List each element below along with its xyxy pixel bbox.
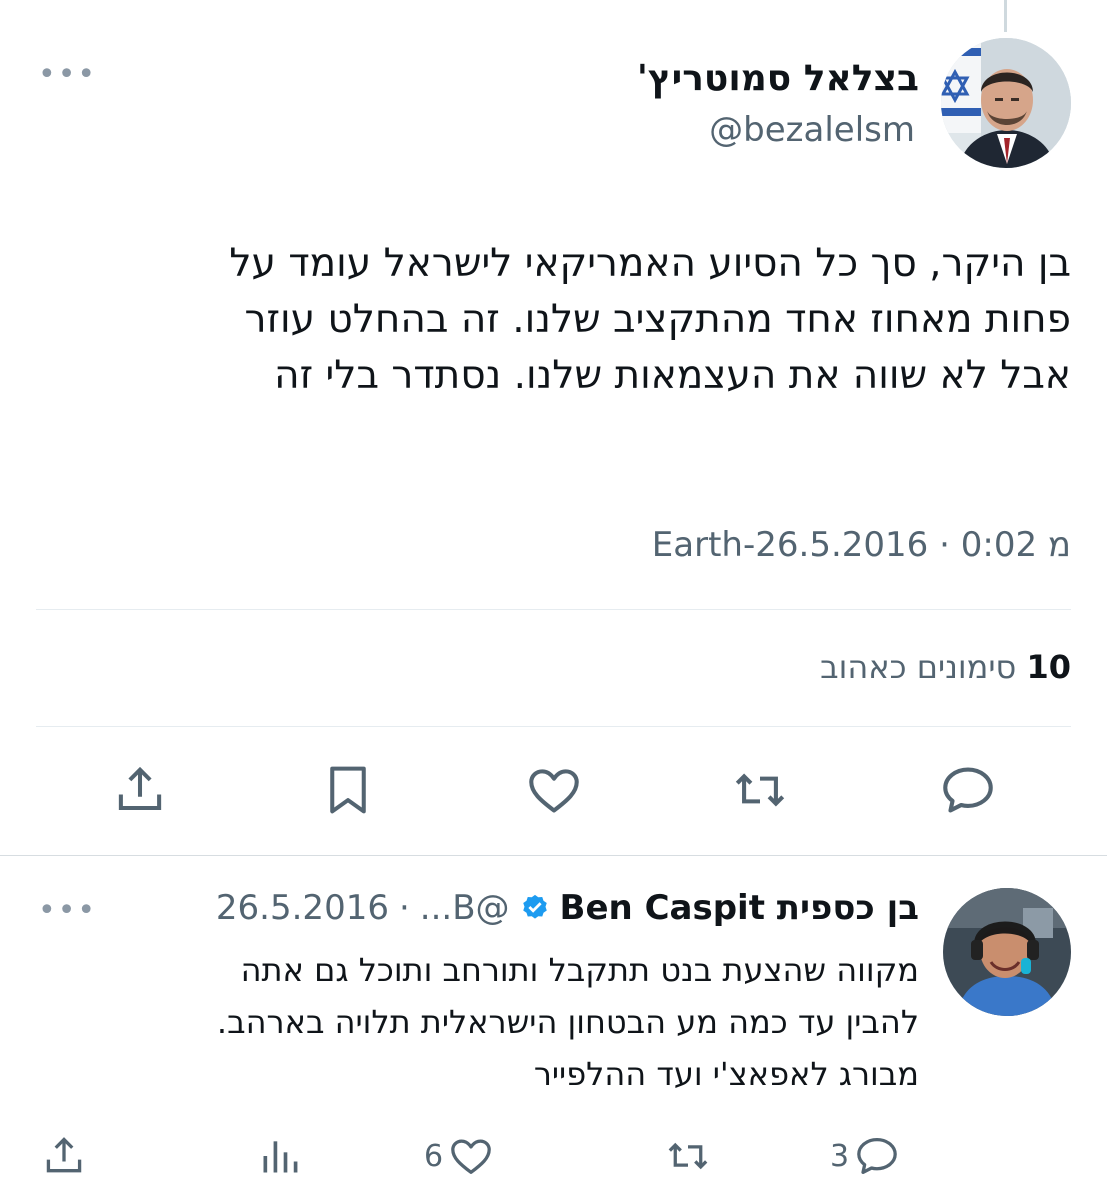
reply-author-name[interactable]: בן כספית Ben Caspit [560,888,919,928]
tweet-text: בן היקר, סך כל הסיוע האמריקאי לישראל עומ… [71,236,1071,404]
retweet-button[interactable] [732,765,788,815]
separator-dot: · [398,888,410,928]
tweet-text-line: פחות מאחוז אחד מהתקציב שלנו. זה בהחלט עו… [244,297,1071,342]
reply-author-avatar[interactable] [943,888,1071,1016]
like-icon [451,1139,491,1174]
reply-icon [857,1138,897,1174]
reply-count: 3 [830,1138,850,1174]
avatar-photo-icon [941,38,1071,168]
reply-text-line: להבין עד כמה מע הבטחון הישראלית תלויה בא… [216,1003,919,1041]
reply-author-handle[interactable]: @B... [420,888,510,928]
retweet-icon [668,1142,708,1170]
share-icon [118,766,162,811]
tweet-separator [0,855,1107,856]
like-icon [529,769,579,813]
reply-button[interactable]: 3 [830,1136,899,1176]
bookmark-button[interactable] [320,763,376,817]
likes-summary[interactable]: 10 סימונים כאהוב [820,648,1071,686]
share-button[interactable] [42,1134,86,1178]
author-handle[interactable]: @bezalelsm [709,110,915,150]
views-button[interactable] [258,1134,302,1178]
likes-count: 10 [1026,648,1071,686]
share-icon [46,1137,82,1173]
tweet-timestamp[interactable]: Earth-מ 0:02 · 26.5.2016 [652,525,1071,565]
reply-icon [943,767,993,813]
verified-badge-icon [522,894,547,919]
reply-text: מקווה שהצעת בנט תתקבל ותורחב ותוכל גם את… [59,944,919,1100]
reply-button[interactable] [940,765,996,815]
main-tweet: בצלאל סמוטריץ' @bezalelsm ••• בן היקר, ס… [0,0,1107,830]
reply-header: בן כספית Ben Caspit @B... · 26.5.2016 [216,888,919,928]
author-display-name[interactable]: בצלאל סמוטריץ' [637,58,919,99]
like-count: 6 [424,1138,444,1174]
share-button[interactable] [112,763,168,817]
retweet-icon [735,773,785,807]
bookmark-icon [330,766,366,814]
divider [36,609,1071,610]
tweet-text-line: אבל לא שווה את העצמאות שלנו. נסתדר בלי ז… [274,353,1071,398]
retweet-button[interactable] [666,1136,710,1176]
views-icon [263,1141,298,1173]
divider [36,726,1071,727]
reply-text-line: מבורג לאפאצ'י ועד ההלפייר [533,1055,919,1093]
likes-label: סימונים כאהוב [820,648,1017,686]
avatar-photo-icon [943,888,1071,1016]
like-button[interactable]: 6 [424,1136,493,1176]
more-horizontal-icon[interactable]: ••• [38,896,97,926]
reply-text-line: מקווה שהצעת בנט תתקבל ותורחב ותוכל גם את… [240,951,919,989]
author-avatar[interactable] [941,38,1071,168]
reply-date[interactable]: 26.5.2016 [216,888,389,928]
more-horizontal-icon[interactable]: ••• [38,60,97,90]
tweet-text-line: בן היקר, סך כל הסיוע האמריקאי לישראל עומ… [229,241,1071,286]
like-button[interactable] [526,765,582,815]
